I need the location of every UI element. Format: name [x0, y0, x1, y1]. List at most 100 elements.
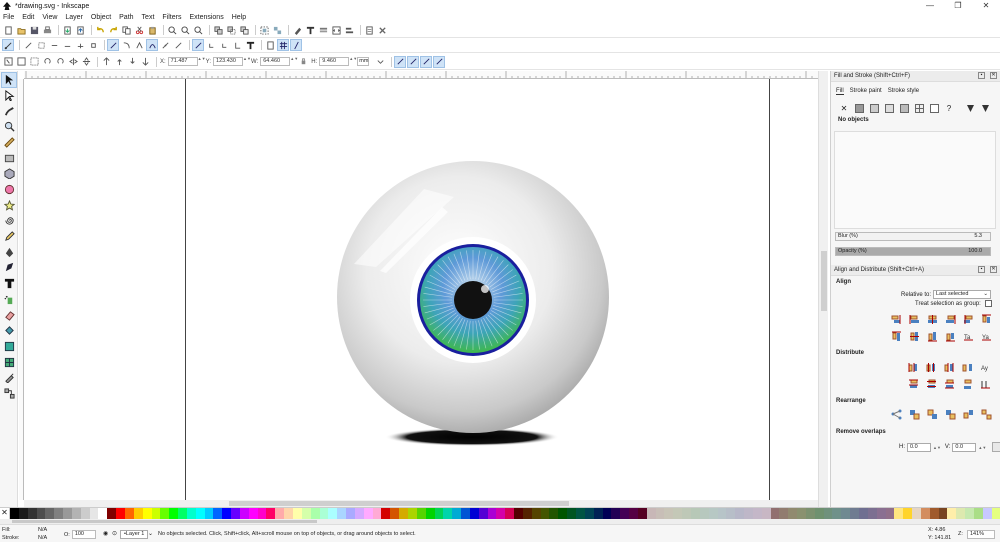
raise-to-top-icon[interactable]	[101, 57, 111, 67]
snap-path-intersection-icon[interactable]	[121, 40, 131, 50]
remove-overlaps-button[interactable]	[992, 442, 1000, 452]
h-input[interactable]: 9.460	[319, 57, 350, 66]
color-swatch[interactable]	[708, 508, 718, 519]
menu-extensions[interactable]: Extensions	[189, 14, 223, 21]
align-right-to-left-icon[interactable]	[891, 314, 902, 325]
gradient-tool-icon[interactable]	[2, 339, 16, 353]
color-swatch[interactable]	[178, 508, 187, 519]
paste-icon[interactable]	[147, 25, 157, 35]
exchange-positions-icon[interactable]	[909, 409, 920, 420]
color-swatch[interactable]	[63, 508, 72, 519]
menu-edit[interactable]: Edit	[22, 14, 34, 21]
color-swatch[interactable]	[469, 508, 479, 519]
color-swatch[interactable]	[540, 508, 550, 519]
y-input[interactable]: 123.430	[213, 57, 244, 66]
print-icon[interactable]	[42, 25, 52, 35]
close-button[interactable]: ✕	[972, 0, 1000, 12]
v-gap-stepper[interactable]: ▲▼	[978, 445, 986, 450]
no-color-swatch[interactable]: ✕	[0, 508, 10, 519]
vertical-scroll-thumb[interactable]	[821, 251, 827, 311]
document-properties-icon[interactable]	[364, 25, 374, 35]
color-swatch[interactable]	[788, 508, 798, 519]
align-top-to-bottom-icon[interactable]	[945, 331, 956, 342]
lock-toggle-icon[interactable]: ⊙	[112, 530, 117, 537]
unlink-clone-icon[interactable]	[239, 25, 249, 35]
flip-vertical-icon[interactable]	[81, 57, 91, 67]
pencil-tool-icon[interactable]	[2, 230, 16, 244]
clone-icon[interactable]	[226, 25, 236, 35]
color-swatch[interactable]	[514, 508, 523, 519]
color-swatch[interactable]	[425, 508, 435, 519]
select-all-icon[interactable]	[3, 57, 13, 67]
radial-gradient-icon[interactable]	[884, 103, 894, 113]
color-swatch[interactable]	[284, 508, 293, 519]
color-swatch[interactable]	[248, 508, 258, 519]
fill-rule-evenodd-icon[interactable]	[965, 103, 975, 113]
menu-path[interactable]: Path	[119, 14, 133, 21]
drawing-canvas[interactable]	[24, 79, 818, 500]
color-swatch[interactable]	[673, 508, 683, 519]
randomize-centers-icon[interactable]	[963, 409, 974, 420]
color-swatch[interactable]	[346, 508, 355, 519]
color-swatch[interactable]	[956, 508, 966, 519]
opacity-status-input[interactable]: 100	[71, 530, 96, 539]
unit-select[interactable]: mm	[357, 57, 370, 66]
swatch-icon[interactable]	[929, 103, 939, 113]
color-swatch[interactable]	[620, 508, 630, 519]
color-swatch[interactable]	[45, 508, 55, 519]
snap-text-icon[interactable]	[245, 40, 255, 50]
save-icon[interactable]	[29, 25, 39, 35]
color-swatch[interactable]	[390, 508, 400, 519]
star-tool-icon[interactable]	[2, 198, 16, 212]
menu-text[interactable]: Text	[142, 14, 155, 21]
unclump-icon[interactable]	[981, 409, 992, 420]
dock-close-button[interactable]: ✕	[990, 72, 997, 79]
snap-others-icon[interactable]	[192, 39, 204, 51]
color-swatch[interactable]	[54, 508, 64, 519]
distribute-baselines-vertical-icon[interactable]	[980, 379, 991, 390]
snap-bbox-midpoint-icon[interactable]	[62, 40, 72, 50]
redo-icon[interactable]	[108, 25, 118, 35]
blur-slider[interactable]: Blur (%) 5.3	[835, 232, 991, 241]
color-swatch[interactable]	[664, 508, 674, 519]
align-iconify-button[interactable]: ▪	[978, 266, 985, 273]
unset-paint-icon[interactable]: ?	[944, 103, 954, 113]
tab-stroke-paint[interactable]: Stroke paint	[850, 88, 882, 95]
snap-centers-icon[interactable]	[206, 40, 216, 50]
ungroup-icon[interactable]	[272, 25, 282, 35]
menu-help[interactable]: Help	[232, 14, 246, 21]
distribute-gaps-horizontal-icon[interactable]	[962, 362, 973, 373]
rotate-cw-icon[interactable]	[55, 57, 65, 67]
color-swatch[interactable]	[195, 508, 205, 519]
color-swatch[interactable]	[257, 508, 267, 519]
color-swatch[interactable]	[682, 508, 691, 519]
stroke-status-value[interactable]: N/A	[38, 535, 47, 541]
color-swatch[interactable]	[496, 508, 506, 519]
color-swatch[interactable]	[894, 508, 904, 519]
color-swatch[interactable]	[629, 508, 638, 519]
xml-editor-icon[interactable]	[331, 25, 341, 35]
x-input[interactable]: 71.487	[167, 57, 198, 66]
distribute-gaps-vertical-icon[interactable]	[962, 379, 973, 390]
opacity-slider[interactable]: Opacity (%) 100.0	[835, 247, 991, 256]
color-swatch[interactable]	[522, 508, 532, 519]
scale-corners-icon[interactable]	[407, 55, 420, 68]
color-swatch[interactable]	[761, 508, 771, 519]
color-swatch[interactable]	[142, 508, 152, 519]
color-swatch[interactable]	[133, 508, 143, 519]
snap-smooth-nodes-icon[interactable]	[146, 39, 158, 51]
fill-stroke-header[interactable]: Fill and Stroke (Shift+Ctrl+F) ▪ ✕	[831, 71, 1000, 82]
color-swatch[interactable]	[416, 508, 426, 519]
distribute-baselines-horizontal-icon[interactable]: Ay	[980, 362, 991, 373]
lower-to-bottom-icon[interactable]	[140, 57, 150, 67]
color-swatch[interactable]	[876, 508, 886, 519]
color-swatch[interactable]	[151, 508, 161, 519]
rotate-ccw-icon[interactable]	[42, 57, 52, 67]
flat-color-icon[interactable]	[854, 103, 864, 113]
tab-fill[interactable]: Fill	[836, 88, 844, 95]
color-swatch[interactable]	[752, 508, 762, 519]
distribute-right-edges-icon[interactable]	[944, 362, 955, 373]
fill-status-value[interactable]: N/A	[38, 527, 47, 533]
horizontal-scroll-thumb[interactable]	[229, 501, 569, 506]
deselect-icon[interactable]	[29, 57, 39, 67]
